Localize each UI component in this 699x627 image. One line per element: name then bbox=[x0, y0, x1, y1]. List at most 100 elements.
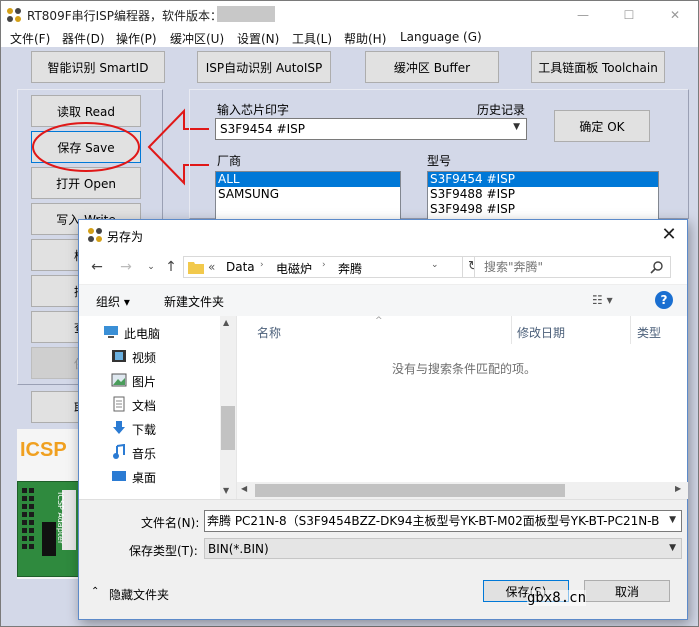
music-icon bbox=[113, 444, 125, 459]
nav-item-documents[interactable]: 文档 bbox=[79, 392, 219, 416]
column-divider[interactable] bbox=[630, 316, 631, 344]
nav-scrollbar[interactable]: ▲ ▼ bbox=[220, 316, 236, 499]
model-label: 型号 bbox=[427, 154, 452, 168]
smartid-button[interactable]: 智能识别 SmartID bbox=[31, 51, 165, 83]
nav-item-videos[interactable]: 视频 bbox=[79, 344, 219, 368]
column-name[interactable]: 名称 bbox=[257, 324, 281, 341]
scroll-up-icon[interactable]: ▲ bbox=[223, 318, 229, 327]
icsp-adapter-image: ICSP Adapter bbox=[17, 481, 83, 577]
menu-language[interactable]: Language (G) bbox=[400, 30, 482, 44]
path-segment-benteng[interactable]: 奔腾 bbox=[338, 260, 362, 277]
annotation-ellipse bbox=[32, 122, 140, 172]
vendor-list[interactable]: ALL SAMSUNG bbox=[215, 171, 401, 221]
recent-chevron-icon[interactable]: ⌄ bbox=[141, 257, 161, 277]
nav-item-music[interactable]: 音乐 bbox=[79, 440, 219, 464]
h-scroll-thumb[interactable] bbox=[255, 484, 565, 497]
picture-icon bbox=[111, 373, 127, 387]
app-logo-icon bbox=[7, 8, 21, 22]
navigation-pane: 此电脑 视频 图片 文档 下载 音乐 桌面 ▲ ▼ bbox=[79, 316, 236, 499]
horizontal-scrollbar[interactable]: ◀ ▶ bbox=[237, 482, 688, 499]
nav-item-desktop[interactable]: 桌面 bbox=[79, 464, 219, 488]
document-icon bbox=[113, 396, 125, 412]
maximize-button[interactable]: ☐ bbox=[606, 1, 652, 29]
scroll-right-icon[interactable]: ▶ bbox=[675, 484, 681, 493]
desktop-icon bbox=[112, 471, 126, 481]
help-icon[interactable]: ? bbox=[655, 291, 673, 309]
search-icon[interactable] bbox=[650, 260, 664, 274]
computer-icon bbox=[104, 326, 118, 338]
file-list-pane: 名称 ^ 修改日期 类型 没有与搜索条件匹配的项。 ◀ ▶ bbox=[236, 316, 688, 499]
filetype-value: BIN(*.BIN) bbox=[208, 541, 269, 556]
model-item[interactable]: S3F9488 #ISP bbox=[428, 187, 658, 202]
hide-folders-toggle[interactable]: 隐藏文件夹 bbox=[109, 586, 169, 603]
command-bar: 组织 ▾ 新建文件夹 ☷ ▾ ? bbox=[79, 284, 687, 316]
buffer-button[interactable]: 缓冲区 Buffer bbox=[365, 51, 499, 83]
path-overflow[interactable]: « bbox=[208, 260, 215, 274]
filename-input[interactable]: 奔腾 PC21N-8（S3F9454BZZ-DK94主板型号YK-BT-M02面… bbox=[204, 510, 682, 532]
organize-menu[interactable]: 组织 ▾ bbox=[96, 293, 130, 310]
vendor-item-all[interactable]: ALL bbox=[216, 172, 400, 187]
path-chevron-icon: › bbox=[322, 260, 326, 270]
app-close-button[interactable]: ✕ bbox=[652, 1, 698, 29]
icsp-label: ICSP bbox=[20, 439, 67, 461]
menu-help[interactable]: 帮助(H) bbox=[344, 30, 386, 47]
icsp-panel: ICSP ICSP Adapter bbox=[17, 429, 83, 579]
path-segment-induction[interactable]: 电磁炉 bbox=[276, 260, 312, 277]
chevron-up-icon[interactable]: ⌃ bbox=[91, 586, 99, 597]
version-redaction bbox=[217, 6, 275, 22]
back-arrow-icon[interactable]: ← bbox=[87, 257, 107, 277]
path-segment-data[interactable]: Data bbox=[226, 260, 255, 274]
chevron-down-icon: ▼ bbox=[513, 122, 520, 132]
chevron-down-icon[interactable]: ▼ bbox=[667, 515, 676, 525]
nav-item-this-pc[interactable]: 此电脑 bbox=[79, 320, 219, 344]
up-arrow-icon[interactable]: ↑ bbox=[161, 257, 181, 277]
menu-operate[interactable]: 操作(P) bbox=[116, 30, 157, 47]
new-folder-button[interactable]: 新建文件夹 bbox=[164, 293, 224, 310]
search-input[interactable] bbox=[475, 257, 645, 277]
autoisp-button[interactable]: ISP自动识别 AutoISP bbox=[197, 51, 331, 83]
view-options-icon[interactable]: ☷ ▾ bbox=[592, 293, 613, 307]
vendor-label: 厂商 bbox=[217, 154, 242, 168]
scroll-down-icon[interactable]: ▼ bbox=[223, 486, 229, 495]
column-type[interactable]: 类型 bbox=[637, 324, 661, 341]
annotation-overlay bbox=[32, 108, 209, 186]
model-item[interactable]: S3F9498 #ISP bbox=[428, 202, 658, 217]
nav-item-downloads[interactable]: 下载 bbox=[79, 416, 219, 440]
menu-buffer[interactable]: 缓冲区(U) bbox=[170, 30, 224, 47]
toolchain-button[interactable]: 工具链面板 Toolchain bbox=[531, 51, 665, 83]
chip-input-label: 输入芯片印字 bbox=[217, 103, 290, 117]
dialog-title: 另存为 bbox=[107, 230, 144, 244]
vendor-item-samsung[interactable]: SAMSUNG bbox=[216, 187, 400, 202]
confirm-ok-button[interactable]: 确定 OK bbox=[554, 110, 650, 142]
path-box[interactable]: « Data › 电磁炉 › 奔腾 ⌄ bbox=[183, 256, 463, 278]
path-dropdown-icon[interactable]: ⌄ bbox=[431, 260, 439, 270]
menu-settings[interactable]: 设置(N) bbox=[237, 30, 279, 47]
empty-message: 没有与搜索条件匹配的项。 bbox=[392, 362, 537, 376]
dialog-titlebar: 另存为 ✕ bbox=[79, 220, 687, 250]
menu-file[interactable]: 文件(F) bbox=[10, 30, 50, 47]
nav-scroll-thumb[interactable] bbox=[221, 406, 235, 450]
menu-tools[interactable]: 工具(L) bbox=[292, 30, 332, 47]
address-bar: ← → ⌄ ↑ « Data › 电磁炉 › 奔腾 ⌄ ↻ bbox=[79, 250, 687, 284]
dialog-app-icon bbox=[88, 228, 102, 242]
chevron-down-icon: ▼ bbox=[669, 543, 676, 553]
minimize-button[interactable]: — bbox=[560, 1, 606, 29]
filename-label: 文件名(N): bbox=[141, 516, 200, 530]
scroll-left-icon[interactable]: ◀ bbox=[241, 484, 247, 493]
menu-device[interactable]: 器件(D) bbox=[62, 30, 105, 47]
filetype-select[interactable]: BIN(*.BIN) ▼ bbox=[204, 538, 682, 559]
column-divider[interactable] bbox=[511, 316, 512, 344]
dialog-close-button[interactable]: ✕ bbox=[657, 223, 681, 247]
column-modified[interactable]: 修改日期 bbox=[517, 324, 565, 341]
path-chevron-icon: › bbox=[260, 260, 264, 270]
model-list[interactable]: S3F9454 #ISP S3F9488 #ISP S3F9498 #ISP bbox=[427, 171, 659, 221]
icsp-board-text: ICSP Adapter bbox=[56, 492, 65, 545]
forward-arrow-icon[interactable]: → bbox=[116, 257, 136, 277]
chip-combo[interactable]: S3F9454 #ISP ▼ bbox=[215, 118, 527, 140]
model-item[interactable]: S3F9454 #ISP bbox=[428, 172, 658, 187]
download-icon bbox=[113, 421, 125, 434]
nav-item-pictures[interactable]: 图片 bbox=[79, 368, 219, 392]
app-title: RT809F串行ISP编程器，软件版本： bbox=[27, 9, 222, 23]
dialog-cancel-button[interactable]: 取消 bbox=[584, 580, 670, 602]
filename-value: 奔腾 PC21N-8（S3F9454BZZ-DK94主板型号YK-BT-M02面… bbox=[207, 514, 660, 528]
